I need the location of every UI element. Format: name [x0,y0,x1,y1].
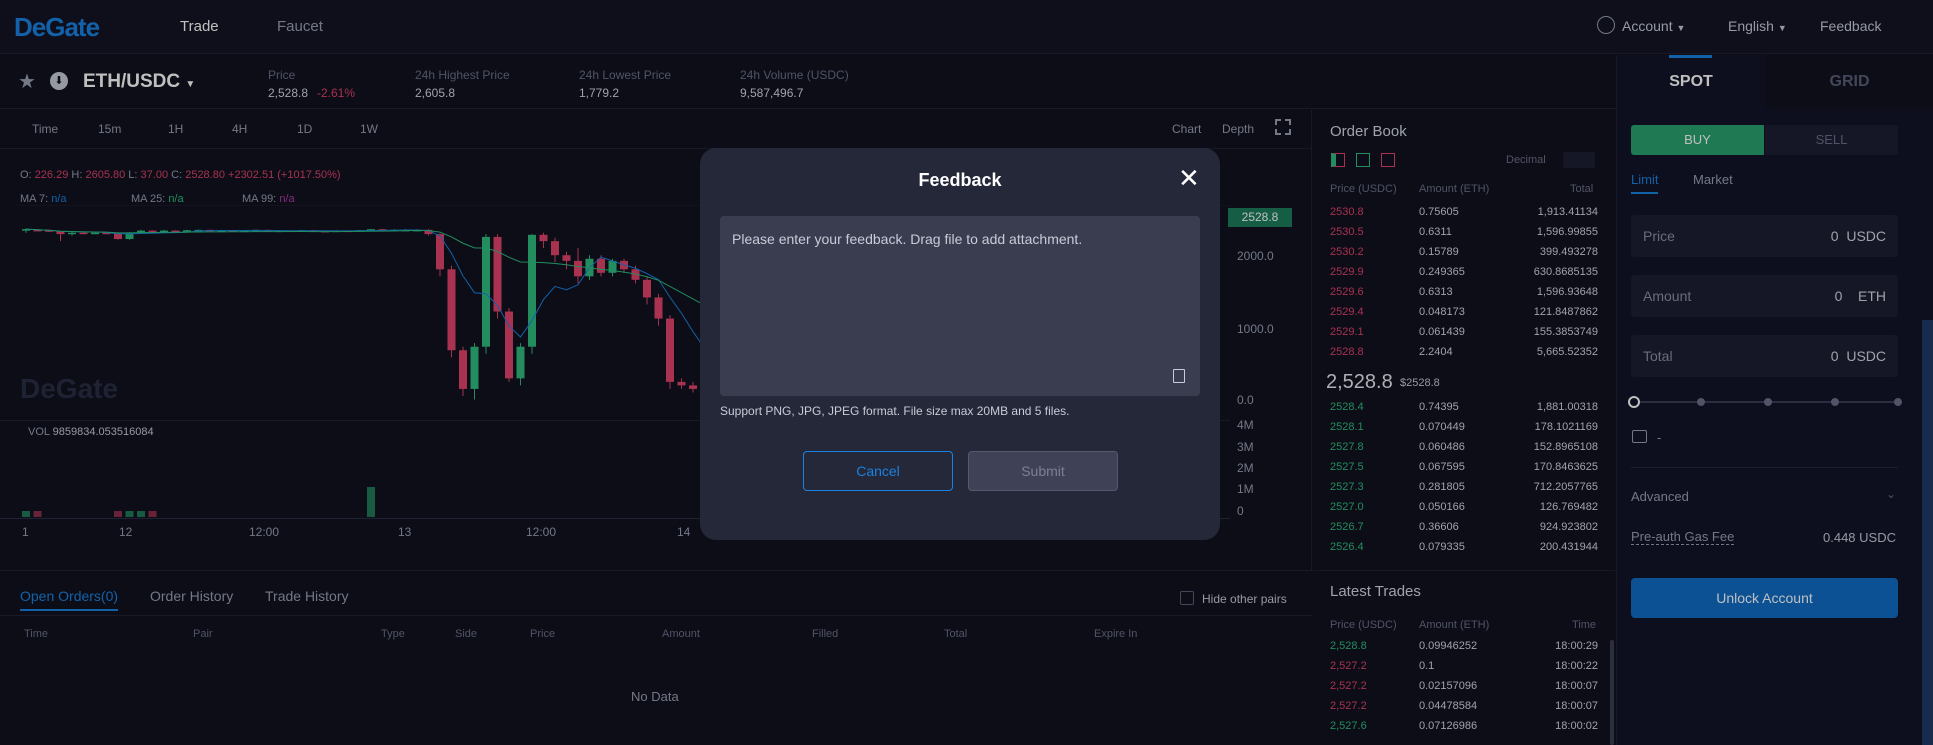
cancel-button[interactable]: Cancel [803,451,953,491]
textarea-placeholder: Please enter your feedback. Drag file to… [732,231,1083,247]
attach-file-icon[interactable] [1173,369,1185,383]
modal-title: Feedback [918,170,1002,190]
upload-hint: Support PNG, JPG, JPEG format. File size… [720,404,1070,418]
submit-button[interactable]: Submit [968,451,1118,491]
close-icon[interactable]: ✕ [1178,165,1200,191]
feedback-modal: Feedback ✕ Please enter your feedback. D… [700,148,1220,540]
feedback-textarea[interactable]: Please enter your feedback. Drag file to… [720,216,1200,396]
